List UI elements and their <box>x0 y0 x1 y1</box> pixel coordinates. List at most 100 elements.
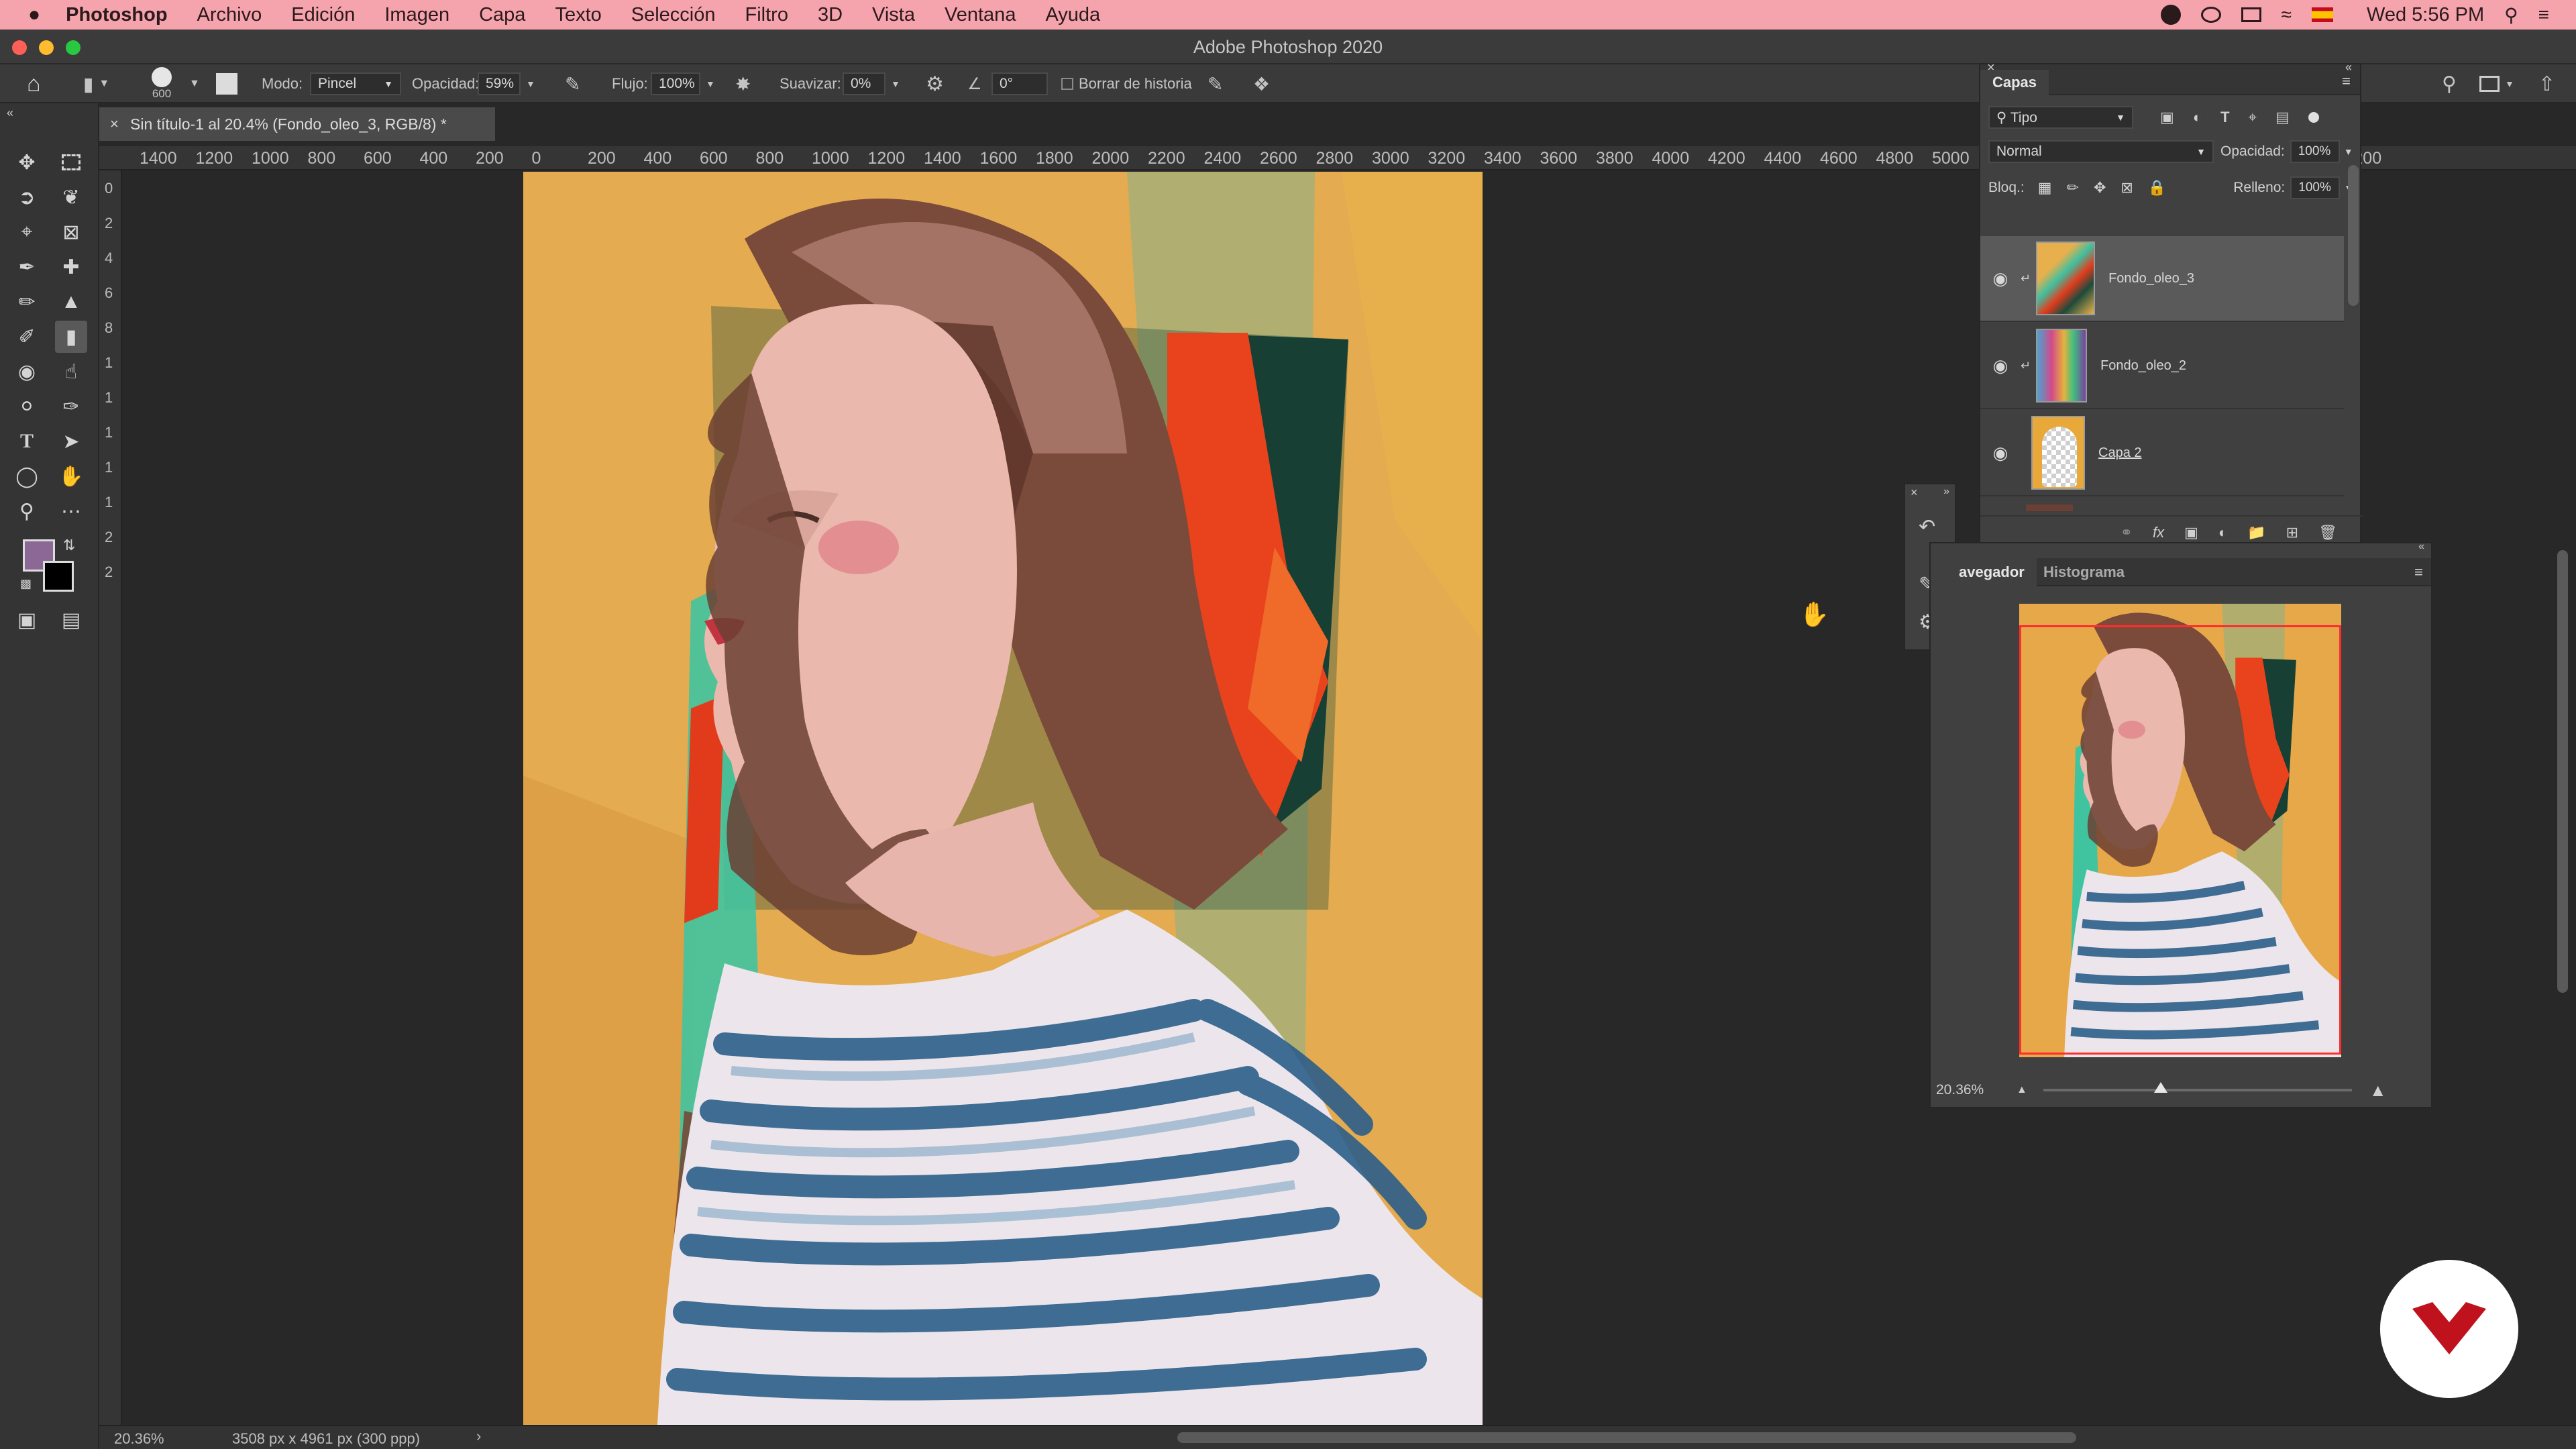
creative-cloud-icon[interactable] <box>2160 5 2181 25</box>
screen-mode-icon[interactable]: ▤ <box>55 604 87 636</box>
apple-icon[interactable]: ● <box>28 3 40 26</box>
delete-layer-icon[interactable]: 🗑 <box>2318 524 2337 541</box>
canvas-artwork[interactable] <box>523 172 1483 1425</box>
visibility-eye-icon[interactable]: ◉ <box>1980 443 2021 464</box>
notification-center-icon[interactable]: ≡ <box>2538 4 2549 25</box>
hand-tool-icon[interactable]: ✋ <box>55 460 87 492</box>
lock-image-pixels-icon[interactable]: ✏ <box>2067 179 2079 197</box>
menu-vista[interactable]: Vista <box>872 4 915 26</box>
layer-name[interactable]: Fondo_oleo_2 <box>2100 358 2186 374</box>
navigator-zoom-value[interactable]: 20.36% <box>1936 1082 2017 1098</box>
cc-sync-icon[interactable] <box>2200 7 2221 23</box>
history-panel-icon[interactable]: ↶ <box>1919 515 1935 539</box>
paint-bucket-tool-icon[interactable]: ◉ <box>11 356 43 388</box>
layers-scrollbar[interactable] <box>2348 165 2359 306</box>
pen-tool-icon[interactable]: ✑ <box>55 390 87 423</box>
horizontal-scrollbar[interactable] <box>1177 1432 2076 1443</box>
window-minimize-button[interactable] <box>39 40 54 55</box>
menu-app-name[interactable]: Photoshop <box>66 4 167 26</box>
default-colors-icon[interactable]: ▩ <box>20 577 32 591</box>
status-zoom[interactable]: 20.36% <box>114 1430 164 1448</box>
layer-name[interactable]: Capa 2 <box>2098 445 2142 461</box>
airbrush-icon[interactable]: ✸ <box>735 64 751 103</box>
layer-name[interactable]: Fondo_oleo_3 <box>2108 271 2194 286</box>
brush-tool-icon[interactable]: ✏ <box>11 286 43 318</box>
navigator-panel-menu-icon[interactable]: ≡ <box>2414 564 2423 581</box>
menu-capa[interactable]: Capa <box>479 4 525 26</box>
quick-mask-icon[interactable]: ▣ <box>11 604 43 636</box>
flow-field[interactable]: 100% <box>651 72 700 95</box>
layer-row-capa-2[interactable]: ◉ Capa 2 <box>1980 411 2344 496</box>
vertical-scrollbar[interactable] <box>2557 550 2568 993</box>
smudge-tool-icon[interactable]: ☝ <box>55 356 87 388</box>
erase-history-toggle[interactable]: Borrar de historia <box>1061 64 1192 103</box>
workspace-switcher-icon[interactable]: ▼ <box>2479 64 2514 103</box>
status-expand-arrow[interactable]: › <box>476 1428 481 1445</box>
menu-filtro[interactable]: Filtro <box>745 4 788 26</box>
spotlight-search-icon[interactable]: ⚲ <box>2504 4 2518 26</box>
layer-row-fondo-oleo-3[interactable]: ◉ ↵ Fondo_oleo_3 <box>1980 236 2344 322</box>
navigator-zoom-slider[interactable] <box>2043 1082 2352 1093</box>
smoothing-field[interactable]: 0% <box>843 72 885 95</box>
smoothing-settings-gear-icon[interactable]: ⚙ <box>926 64 944 103</box>
opacity-dropdown-arrow[interactable]: ▼ <box>526 78 535 89</box>
menu-texto[interactable]: Texto <box>555 4 601 26</box>
zoom-in-mountain-icon[interactable]: ▲ <box>2369 1080 2387 1101</box>
side-strip-close-icon[interactable]: × <box>1911 486 1918 500</box>
background-color-swatch[interactable] <box>43 561 74 592</box>
edit-toolbar-icon[interactable]: ⋯ <box>55 495 87 527</box>
quick-selection-tool-icon[interactable]: ❦ <box>55 181 87 213</box>
visibility-eye-icon[interactable]: ◉ <box>1980 356 2021 376</box>
menu-ayuda[interactable]: Ayuda <box>1045 4 1100 26</box>
toolbar-collapse-icon[interactable]: « <box>7 106 13 120</box>
erase-history-checkbox[interactable] <box>1061 78 1073 90</box>
wifi-icon[interactable]: ≈ <box>2282 4 2292 25</box>
frame-tool-icon[interactable]: ⊠ <box>55 216 87 248</box>
filter-type-layers-icon[interactable]: T <box>2220 109 2229 126</box>
filter-adjustment-layers-icon[interactable]: ◐ <box>2193 109 2202 126</box>
blend-mode-select[interactable]: Normal ▼ <box>1988 140 2214 163</box>
navigator-view-box[interactable] <box>2019 625 2341 1055</box>
link-layers-icon[interactable]: ⚭ <box>2121 524 2133 541</box>
new-adjustment-layer-icon[interactable]: ◐ <box>2218 524 2227 541</box>
smoothing-dropdown-arrow[interactable]: ▼ <box>891 78 900 89</box>
marquee-tool-icon[interactable] <box>55 146 87 178</box>
tab-layers[interactable]: Capas <box>1980 70 2049 95</box>
history-brush-tool-icon[interactable]: ✐ <box>11 321 43 353</box>
lock-transparency-icon[interactable]: ▦ <box>2038 179 2052 197</box>
dodge-tool-icon[interactable]: ⚪ <box>11 390 43 423</box>
mode-select[interactable]: Pincel ▼ <box>310 72 401 95</box>
pressure-size-icon[interactable]: ✎ <box>1208 64 1223 103</box>
menu-3d[interactable]: 3D <box>818 4 843 26</box>
window-zoom-button[interactable] <box>66 40 80 55</box>
add-mask-icon[interactable]: ▣ <box>2184 524 2198 541</box>
filter-pixel-layers-icon[interactable]: ▣ <box>2160 109 2174 126</box>
pressure-opacity-icon[interactable]: ✎ <box>565 64 580 103</box>
vertical-ruler[interactable]: 0 2 4 6 8 1 1 1 1 1 2 2 <box>99 170 122 1425</box>
brush-settings-panel-icon[interactable] <box>216 64 237 103</box>
menu-edicion[interactable]: Edición <box>291 4 355 26</box>
new-layer-icon[interactable]: ⊞ <box>2286 524 2298 541</box>
filter-smart-objects-icon[interactable]: ▤ <box>2275 109 2290 126</box>
move-tool-icon[interactable]: ✥ <box>11 146 43 178</box>
flag-es-icon[interactable] <box>2311 7 2333 22</box>
document-tab[interactable]: × Sin título-1 al 20.4% (Fondo_oleo_3, R… <box>99 107 495 141</box>
fill-field[interactable]: 100% <box>2290 176 2341 199</box>
brush-preset-picker[interactable]: 600 <box>152 64 172 103</box>
add-layer-style-icon[interactable]: fx <box>2153 524 2164 541</box>
navigator-thumbnail[interactable] <box>2019 604 2341 1057</box>
symmetry-icon[interactable]: ❖ <box>1253 64 1270 103</box>
tab-histogram[interactable]: Histograma <box>2031 558 2137 586</box>
share-icon[interactable]: ⇧ <box>2538 64 2555 103</box>
opacity-field[interactable]: 59% <box>478 72 521 95</box>
visibility-eye-icon[interactable]: ◉ <box>1980 268 2021 289</box>
side-strip-expand-icon[interactable]: » <box>1943 486 1949 498</box>
navigator-collapse-icon[interactable]: « <box>2418 541 2424 553</box>
eraser-tool-preset-picker[interactable]: ▮ ▼ <box>83 64 109 103</box>
clone-stamp-tool-icon[interactable]: ▲ <box>55 286 87 318</box>
brush-dropdown-arrow[interactable]: ▼ <box>189 64 200 103</box>
menu-archivo[interactable]: Archivo <box>197 4 262 26</box>
tab-navigator[interactable]: avegador <box>1931 558 2037 586</box>
eraser-tool-icon[interactable]: ▮ <box>55 321 87 353</box>
lock-position-icon[interactable]: ✥ <box>2094 179 2106 197</box>
